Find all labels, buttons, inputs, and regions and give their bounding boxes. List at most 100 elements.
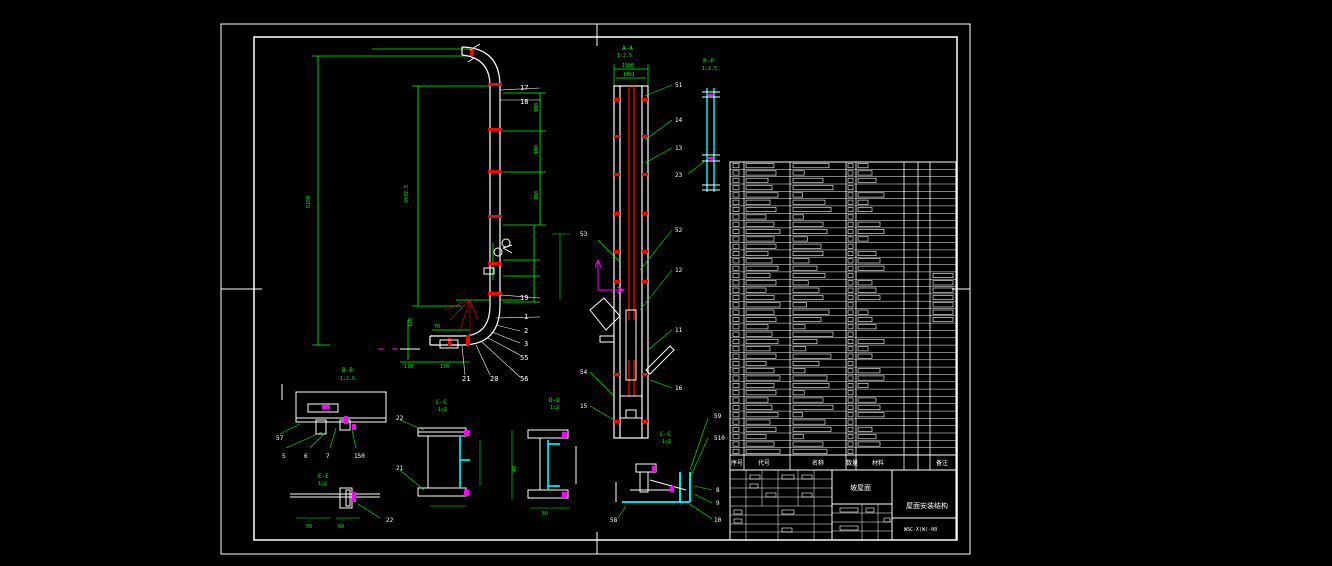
bom-entry-mark bbox=[847, 199, 854, 205]
bom-entry-mark bbox=[847, 324, 854, 330]
bom-entry-mark bbox=[745, 426, 777, 432]
bom-entry-mark bbox=[847, 302, 854, 308]
bom-entry-mark bbox=[745, 412, 779, 418]
bom-entry-mark bbox=[932, 316, 954, 322]
bom-entry-mark bbox=[932, 280, 954, 286]
dim-170: 170 bbox=[404, 364, 413, 370]
bom-entry-mark bbox=[745, 419, 771, 425]
dim-70: 70 bbox=[434, 324, 440, 330]
bom-header-name: 名称 bbox=[812, 459, 824, 467]
bom-entry-mark bbox=[732, 185, 740, 191]
bom-entry-mark bbox=[857, 338, 885, 344]
title-block-drawing-number: WSC-X(W)-00 bbox=[904, 527, 937, 533]
bom-entry-mark bbox=[732, 221, 740, 227]
bom-entry-mark bbox=[745, 177, 769, 183]
ff-callout-59: 59 bbox=[714, 413, 722, 420]
sheet-frame bbox=[220, 23, 971, 555]
ff-scale: 1:2 bbox=[662, 439, 671, 445]
ee-view: E-E 1:2 22 60 50 bbox=[290, 473, 394, 530]
bom-entry-mark bbox=[745, 229, 781, 234]
bom-entry-mark bbox=[745, 368, 775, 374]
bom-entry-mark bbox=[792, 273, 826, 278]
bom-entry-mark bbox=[745, 331, 773, 337]
bom-entry-mark bbox=[847, 368, 854, 374]
bom-entry-mark bbox=[847, 192, 854, 198]
bom-entry-mark bbox=[792, 229, 828, 234]
mv-callout-53: 53 bbox=[580, 231, 588, 238]
mv-callout-16: 16 bbox=[675, 385, 683, 392]
bom-entry-mark bbox=[792, 265, 818, 271]
bom-entry-mark bbox=[732, 324, 740, 330]
bom-entry-mark bbox=[745, 397, 769, 403]
bom-entry-mark bbox=[857, 177, 877, 183]
bom-entry-mark bbox=[792, 302, 807, 308]
mv-callout-15: 15 bbox=[580, 403, 588, 410]
dim-1451: 1451 bbox=[623, 72, 635, 78]
bom-entry-mark bbox=[847, 177, 854, 183]
mv-callout-51: 51 bbox=[675, 82, 683, 89]
pp-title: P-P bbox=[703, 58, 714, 65]
callout-56: 56 bbox=[520, 375, 528, 383]
bom-entry-mark bbox=[932, 302, 954, 308]
bom-entry-mark bbox=[857, 295, 881, 300]
bom-entry-mark bbox=[847, 434, 854, 440]
ff-callout-8: 8 bbox=[716, 487, 720, 494]
bb-callout-7: 7 bbox=[326, 453, 330, 460]
bom-entry-mark bbox=[847, 426, 854, 432]
callout-55: 55 bbox=[520, 354, 528, 362]
bom-entry-mark bbox=[792, 258, 810, 264]
bom-entry-mark bbox=[847, 419, 854, 425]
bom-entry-mark bbox=[732, 170, 740, 176]
bom-entry-mark bbox=[745, 258, 773, 264]
dim-100-b: 100 bbox=[534, 145, 540, 154]
bom-entry-mark bbox=[857, 221, 881, 227]
title-block-entry-mark bbox=[781, 527, 793, 533]
bb-scale: 1:2.5 bbox=[340, 376, 355, 382]
title-block-entry-mark bbox=[865, 507, 875, 513]
title-block-entry-mark bbox=[781, 509, 795, 515]
bom-entry-mark bbox=[732, 316, 740, 322]
bom-entry-mark bbox=[732, 309, 740, 315]
bom-entry-mark bbox=[847, 265, 854, 271]
bom-entry-mark bbox=[732, 251, 740, 256]
bom-entry-mark bbox=[847, 280, 854, 286]
bom-entry-mark bbox=[857, 441, 881, 447]
bom-table: 序号 代号 名称 数量 材料 备注 bbox=[729, 161, 957, 471]
bom-entry-mark bbox=[857, 368, 881, 374]
bom-entry-mark bbox=[857, 353, 873, 359]
bom-entry-mark bbox=[745, 221, 775, 227]
bom-entry-mark bbox=[745, 265, 779, 271]
callout-17: 17 bbox=[520, 84, 528, 92]
bom-entry-mark bbox=[847, 316, 854, 322]
bom-entry-mark bbox=[745, 273, 771, 278]
bb-callout-5: 5 bbox=[282, 453, 286, 460]
bom-entry-mark bbox=[792, 287, 820, 293]
bom-entry-mark bbox=[745, 338, 779, 344]
ff-title: C-C bbox=[660, 431, 671, 438]
dd-view: D-D 1:2 40 50 bbox=[511, 397, 577, 517]
bom-entry-mark bbox=[732, 177, 740, 183]
cad-drawing-canvas[interactable]: 17 18 19 1 2 3 55 56 20 21 5100 3972.5 1… bbox=[0, 0, 1332, 566]
title-block-entry-mark bbox=[749, 474, 761, 480]
bom-entry-mark bbox=[847, 309, 854, 315]
cc-scale: 1:2 bbox=[438, 407, 447, 413]
bom-entry-mark bbox=[745, 199, 771, 205]
bom-entry-mark bbox=[857, 258, 881, 264]
bom-entry-mark bbox=[745, 448, 781, 454]
bom-header-remark: 备注 bbox=[936, 459, 948, 467]
cc-callout-21: 21 bbox=[396, 465, 404, 472]
bom-entry-mark bbox=[732, 434, 740, 440]
dim-5100: 5100 bbox=[306, 196, 312, 208]
bom-entry-mark bbox=[745, 324, 769, 330]
middle-view: A-A 1:2.5 1500 1451 51 14 13 52 53 12 11… bbox=[552, 45, 683, 439]
bom-entry-mark bbox=[732, 441, 740, 447]
bom-entry-mark bbox=[745, 207, 777, 212]
bb-callout-6: 6 bbox=[304, 453, 308, 460]
ee-dim-50: 50 bbox=[306, 524, 312, 530]
title-block-entry-mark bbox=[781, 474, 795, 480]
bom-entry-mark bbox=[732, 192, 740, 198]
dim-100-a: 100 bbox=[534, 103, 540, 112]
bom-entry-mark bbox=[792, 346, 807, 352]
bom-entry-mark bbox=[847, 207, 854, 212]
cc-callout-22: 22 bbox=[396, 415, 404, 422]
